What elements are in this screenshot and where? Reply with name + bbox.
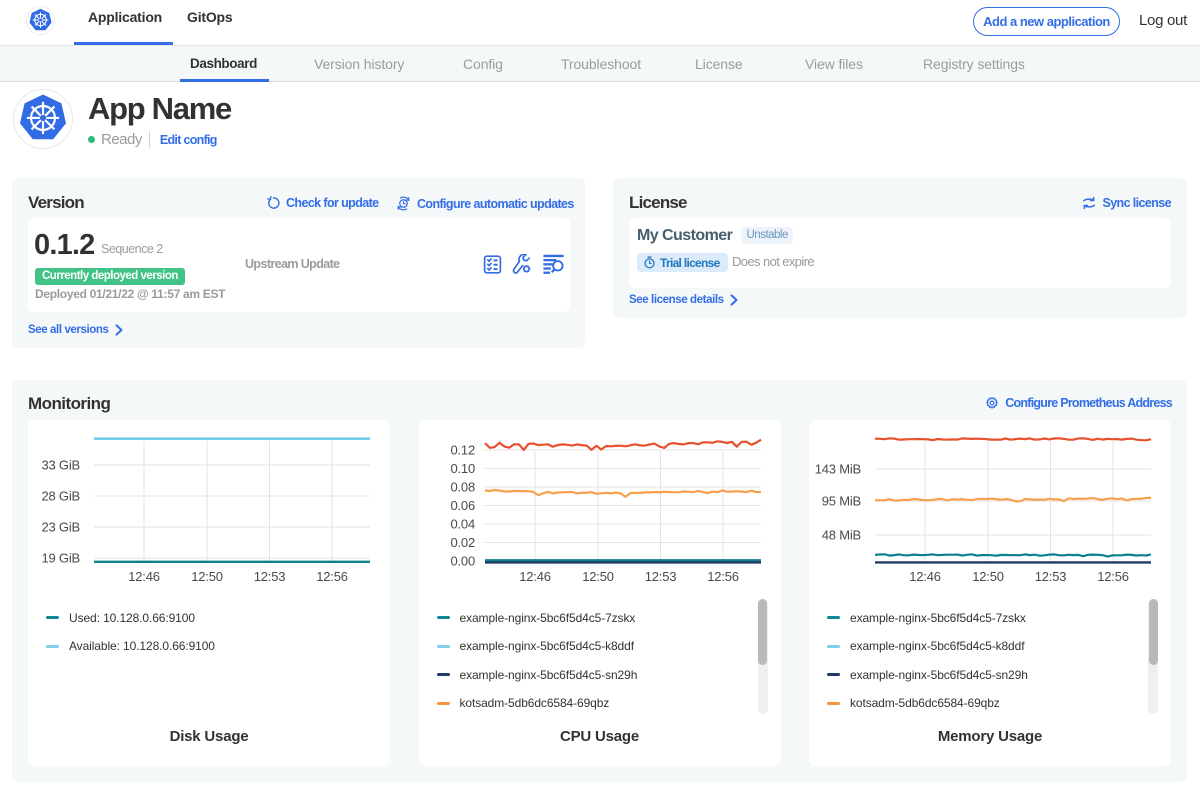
svg-text:12:56: 12:56 [316,569,348,584]
svg-text:0.08: 0.08 [450,480,475,495]
svg-text:143 MiB: 143 MiB [815,462,861,477]
svg-text:19 GiB: 19 GiB [41,551,80,566]
svg-text:12:50: 12:50 [972,569,1004,584]
svg-text:33 GiB: 33 GiB [41,458,80,473]
svg-text:0.06: 0.06 [450,498,475,513]
svg-text:12:46: 12:46 [128,569,160,584]
svg-text:12:46: 12:46 [519,569,551,584]
svg-text:12:50: 12:50 [191,569,223,584]
svg-text:12:56: 12:56 [707,569,739,584]
svg-text:12:46: 12:46 [909,569,941,584]
svg-text:0.10: 0.10 [450,461,475,476]
svg-text:23 GiB: 23 GiB [41,520,80,535]
svg-text:12:56: 12:56 [1097,569,1129,584]
svg-text:0.02: 0.02 [450,535,475,550]
svg-text:28 GiB: 28 GiB [41,489,80,504]
svg-text:12:53: 12:53 [254,569,286,584]
svg-text:0.04: 0.04 [450,517,475,532]
svg-text:0.00: 0.00 [450,554,475,569]
svg-text:95 MiB: 95 MiB [822,494,861,509]
svg-text:12:53: 12:53 [1035,569,1067,584]
svg-text:12:53: 12:53 [644,569,676,584]
svg-text:0.12: 0.12 [450,443,475,458]
svg-text:12:50: 12:50 [582,569,614,584]
svg-text:48 MiB: 48 MiB [822,528,861,543]
